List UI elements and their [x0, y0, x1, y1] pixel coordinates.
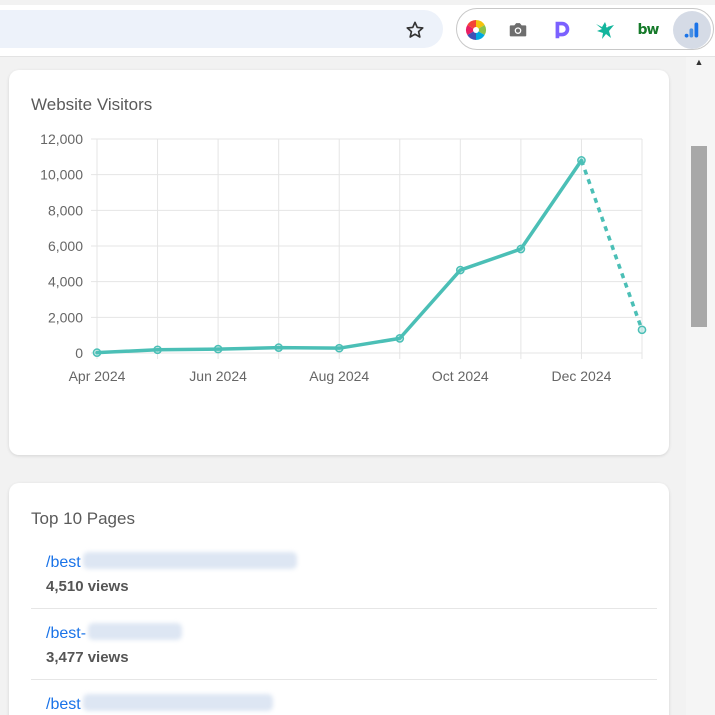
data-point: [92, 348, 102, 357]
y-tick-label: 10,000: [40, 167, 83, 183]
page-path: /best: [46, 554, 81, 571]
divider: [31, 679, 657, 680]
data-point: [455, 265, 465, 275]
x-tick-label: Jun 2024: [189, 368, 247, 384]
page-views: 4,510 views: [46, 578, 129, 595]
y-tick-label: 0: [75, 345, 83, 361]
analytics-extension-icon[interactable]: [673, 11, 711, 49]
bird-extension-icon[interactable]: [591, 16, 619, 44]
data-point: [637, 325, 647, 335]
bw-extension-icon[interactable]: bw: [634, 16, 662, 44]
y-tick-label: 2,000: [48, 309, 83, 325]
data-point: [395, 334, 405, 343]
website-visitors-card: Website Visitors 0 2,000 4,000 6,000 8,000 10…: [9, 70, 669, 455]
x-tick-label: Aug 2024: [309, 368, 369, 384]
x-tick-label: Apr 2024: [69, 368, 126, 384]
d-extension-icon[interactable]: [548, 16, 576, 44]
bw-label: bw: [637, 22, 660, 38]
data-point: [213, 344, 223, 354]
redacted-text: [88, 623, 183, 640]
page-path: /best-: [46, 625, 87, 642]
page-path: /best: [46, 696, 81, 713]
page-views: 3,477 views: [46, 649, 129, 666]
data-point: [334, 343, 344, 353]
page-link[interactable]: /best-: [46, 623, 183, 643]
redacted-text: [82, 552, 297, 569]
projected-series-line: [579, 159, 644, 331]
scroll-up-arrow-icon[interactable]: ▲: [691, 55, 707, 69]
page-link[interactable]: /best: [46, 694, 273, 714]
redacted-text: [82, 694, 273, 711]
scrollbar-thumb[interactable]: [691, 146, 707, 327]
page-link[interactable]: /best: [46, 552, 297, 572]
divider: [31, 608, 657, 609]
visitors-line-chart: 0 2,000 4,000 6,000 8,000 10,000 12,000 Apr 202…: [40, 131, 647, 384]
data-point: [153, 345, 162, 355]
browser-toolbar: bw: [0, 0, 715, 57]
address-bar[interactable]: [0, 10, 443, 48]
bookmark-star-icon[interactable]: [402, 17, 428, 43]
data-point: [516, 244, 526, 254]
y-tick-label: 12,000: [40, 131, 83, 147]
y-tick-label: 6,000: [48, 238, 83, 254]
x-tick-label: Oct 2024: [432, 368, 489, 384]
x-tick-label: Dec 2024: [551, 368, 611, 384]
top-pages-card: Top 10 Pages /best 4,510 views /best- 3,…: [9, 483, 669, 715]
data-point: [274, 343, 284, 352]
extensions-bar: bw: [456, 8, 714, 50]
tab-strip-edge: [0, 0, 715, 5]
y-tick-label: 4,000: [48, 274, 83, 290]
data-point: [577, 156, 586, 165]
card-title: Top 10 Pages: [31, 509, 135, 528]
camera-icon[interactable]: [504, 16, 532, 44]
y-tick-label: 8,000: [48, 202, 83, 218]
color-wheel-icon[interactable]: [462, 16, 490, 44]
